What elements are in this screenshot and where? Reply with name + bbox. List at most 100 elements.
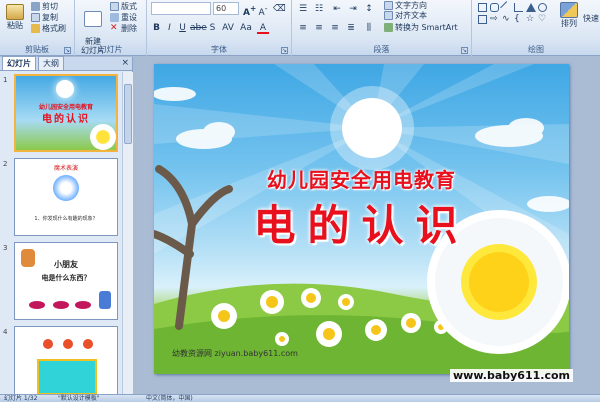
- thumb3-line2: 电是什么东西？: [41, 274, 91, 282]
- slide-thumbnail-1[interactable]: 幼儿园安全用电教育 电的认识: [14, 74, 118, 152]
- thumb4-dot-2: [63, 339, 73, 349]
- rect2-shape-icon[interactable]: [478, 15, 487, 24]
- curve-shape-icon[interactable]: ∿: [502, 15, 511, 24]
- italic-button[interactable]: I: [164, 22, 175, 34]
- thumb3-robot-icon: [99, 291, 111, 309]
- triangle-shape-icon[interactable]: [526, 3, 536, 12]
- paste-button[interactable]: 粘贴: [2, 4, 28, 30]
- scrollbar-thumb[interactable]: [124, 84, 132, 144]
- language-indicator[interactable]: 中文(简体，中国): [146, 395, 193, 402]
- font-launcher[interactable]: ↘: [281, 47, 288, 54]
- slide-number: 1: [3, 76, 8, 84]
- drawing-group: ⇨ ∿ { ☆ ♡ 排列 快速 绘图: [472, 0, 600, 56]
- increase-indent-button[interactable]: ⇥: [346, 3, 360, 15]
- delete-label: 删除: [121, 24, 137, 33]
- line-shape-icon[interactable]: [500, 1, 513, 14]
- reset-icon: [110, 13, 119, 22]
- underline-button[interactable]: U: [177, 22, 188, 34]
- change-case-button[interactable]: Aa: [239, 22, 253, 34]
- quick-styles-button[interactable]: 快速: [582, 14, 600, 23]
- heart-shape-icon[interactable]: ♡: [538, 15, 547, 24]
- copy-button[interactable]: 复制: [31, 12, 58, 23]
- thumb3-option-1: [29, 301, 45, 309]
- rectangle-shape-icon[interactable]: [478, 3, 487, 12]
- paste-icon: [6, 4, 24, 20]
- cut-button[interactable]: 剪切: [31, 1, 58, 12]
- thumb3-option-3: [75, 301, 91, 309]
- oval-shape-icon[interactable]: [538, 3, 547, 12]
- slide-footer-text: 幼教资源网 ziyuan.baby611.com: [172, 349, 298, 358]
- slide-thumbnail-4[interactable]: [14, 326, 118, 394]
- grow-font-button[interactable]: A+: [243, 3, 256, 18]
- theme-name[interactable]: "默认设计模板": [58, 395, 100, 402]
- slide-thumbnail-3[interactable]: 小朋友 电是什么东西？: [14, 242, 118, 320]
- align-text-icon: [384, 11, 393, 20]
- thumb4-circuit: [37, 359, 97, 394]
- line-spacing-button[interactable]: ↕: [362, 3, 376, 15]
- brace-shape-icon[interactable]: {: [514, 15, 523, 24]
- slide-editing-area: 幼儿园安全用电教育 电的认识 幼教资源网 ziyuan.baby611.com: [134, 57, 600, 394]
- clipboard-group-label: 剪贴板: [25, 45, 49, 54]
- slides-group: 新建 幻灯片 版式 重设 ✕ 删除 幻灯片: [75, 0, 147, 56]
- layout-button[interactable]: 版式: [110, 1, 137, 12]
- rounded-rect-shape-icon[interactable]: [490, 3, 499, 12]
- font-name-field[interactable]: [151, 2, 211, 15]
- clipboard-launcher[interactable]: ↘: [64, 47, 71, 54]
- strikethrough-button[interactable]: abe: [190, 22, 207, 34]
- shadow-button[interactable]: S: [207, 22, 218, 34]
- bold-button[interactable]: B: [151, 22, 162, 34]
- elbow-shape-icon[interactable]: [514, 3, 523, 12]
- decrease-indent-button[interactable]: ⇤: [330, 3, 344, 15]
- slide-number: 2: [3, 160, 8, 168]
- format-painter-icon: [31, 24, 40, 33]
- bullets-button[interactable]: ☰: [296, 3, 310, 15]
- arrange-label: 排列: [561, 19, 577, 28]
- arrange-icon: [560, 2, 578, 18]
- slide-counter: 幻灯片 1/32: [4, 395, 38, 402]
- align-text-label: 对齐文本: [395, 11, 427, 20]
- cut-label: 剪切: [42, 2, 58, 11]
- status-bar: 幻灯片 1/32 "默认设计模板" 中文(简体，中国): [0, 394, 600, 402]
- paragraph-launcher[interactable]: ↘: [461, 47, 468, 54]
- align-center-button[interactable]: ≡: [312, 22, 326, 34]
- tab-outline[interactable]: 大纲: [38, 56, 64, 70]
- reset-label: 重设: [121, 13, 137, 22]
- clear-format-button[interactable]: ⌫: [273, 3, 286, 15]
- tab-slides[interactable]: 幻灯片: [2, 56, 36, 70]
- reset-button[interactable]: 重设: [110, 12, 137, 23]
- spacing-button[interactable]: AV: [221, 22, 235, 34]
- justify-button[interactable]: ≣: [344, 22, 358, 34]
- slide-thumbnail-2[interactable]: 魔术表演 1、你发现什么有趣的现象？: [14, 158, 118, 236]
- thumb3-line1: 小朋友: [54, 260, 78, 269]
- thumbnail-scrollbar[interactable]: [122, 72, 133, 394]
- scissors-icon: [31, 2, 40, 11]
- smartart-label: 转换为 SmartArt: [395, 23, 458, 32]
- star-shape-icon[interactable]: ☆: [526, 15, 535, 24]
- align-right-button[interactable]: ≡: [328, 22, 342, 34]
- align-text-button[interactable]: 对齐文本: [384, 10, 427, 21]
- numbering-button[interactable]: ☷: [312, 3, 326, 15]
- copy-icon: [31, 13, 40, 22]
- slide-title[interactable]: 电的认识: [154, 192, 569, 253]
- site-watermark: www.baby611.com: [450, 369, 573, 382]
- font-size-field[interactable]: 60: [213, 2, 239, 15]
- drawing-group-label: 绘图: [528, 45, 544, 54]
- font-color-button[interactable]: A: [257, 22, 269, 34]
- align-left-button[interactable]: ≡: [296, 22, 310, 34]
- arrow-shape-icon[interactable]: ⇨: [490, 15, 499, 24]
- font-group-label: 字体: [211, 45, 227, 54]
- delete-button[interactable]: ✕ 删除: [110, 23, 137, 34]
- thumb2-bulb: [53, 175, 79, 201]
- arrange-button[interactable]: 排列: [558, 2, 580, 28]
- smartart-icon: [384, 23, 393, 32]
- smartart-button[interactable]: 转换为 SmartArt: [384, 22, 458, 33]
- current-slide[interactable]: 幼儿园安全用电教育 电的认识 幼教资源网 ziyuan.baby611.com: [154, 64, 569, 374]
- slide-subtitle[interactable]: 幼儿园安全用电教育: [154, 164, 569, 193]
- layout-icon: [110, 2, 119, 11]
- format-painter-button[interactable]: 格式刷: [31, 23, 66, 34]
- copy-label: 复制: [42, 13, 58, 22]
- shrink-font-button[interactable]: A-: [257, 3, 269, 18]
- columns-button[interactable]: ⫼: [362, 22, 376, 34]
- slides-group-label: 幻灯片: [98, 45, 123, 54]
- close-icon[interactable]: ×: [121, 58, 129, 68]
